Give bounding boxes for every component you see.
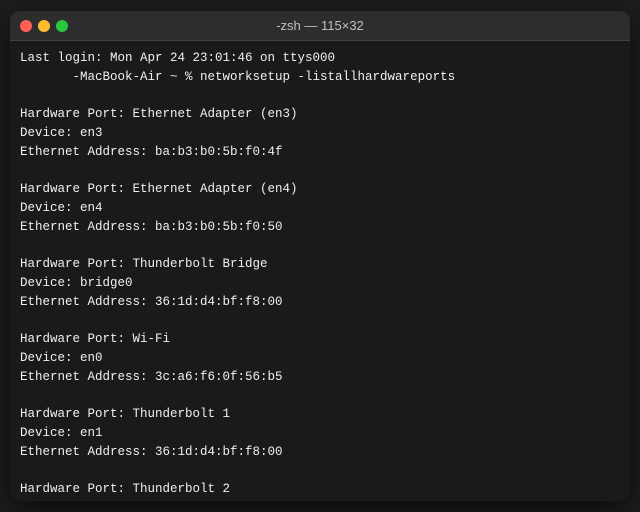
hw1-port-line: Hardware Port: Ethernet Adapter (en3) — [20, 105, 620, 124]
hw1-eth-line: Ethernet Address: ba:b3:b0:5b:f0:4f — [20, 143, 620, 162]
maximize-button[interactable] — [56, 20, 68, 32]
minimize-button[interactable] — [38, 20, 50, 32]
hw1-dev-line: Device: en3 — [20, 124, 620, 143]
hw6-port-line: Hardware Port: Thunderbolt 2 — [20, 480, 620, 499]
terminal-window: -zsh — 115×32 Last login: Mon Apr 24 23:… — [10, 11, 630, 501]
terminal-body[interactable]: Last login: Mon Apr 24 23:01:46 on ttys0… — [10, 41, 630, 501]
close-button[interactable] — [20, 20, 32, 32]
hw5-port-line: Hardware Port: Thunderbolt 1 — [20, 405, 620, 424]
window-title: -zsh — 115×32 — [276, 18, 364, 33]
empty-line-5 — [20, 387, 620, 406]
hw2-port-line: Hardware Port: Ethernet Adapter (en4) — [20, 180, 620, 199]
hw3-dev-line: Device: bridge0 — [20, 274, 620, 293]
title-bar: -zsh — 115×32 — [10, 11, 630, 41]
traffic-lights[interactable] — [20, 20, 68, 32]
hw2-dev-line: Device: en4 — [20, 199, 620, 218]
hw3-port-line: Hardware Port: Thunderbolt Bridge — [20, 255, 620, 274]
empty-line-6 — [20, 462, 620, 481]
empty-line-4 — [20, 312, 620, 331]
login-line: Last login: Mon Apr 24 23:01:46 on ttys0… — [20, 49, 620, 68]
hw5-eth-line: Ethernet Address: 36:1d:d4:bf:f8:00 — [20, 443, 620, 462]
cmd1-line: -MacBook-Air ~ % networksetup -listallha… — [20, 68, 620, 87]
hw6-dev-line: Device: en2 — [20, 499, 620, 501]
hw4-dev-line: Device: en0 — [20, 349, 620, 368]
hw5-dev-line: Device: en1 — [20, 424, 620, 443]
empty-line-3 — [20, 237, 620, 256]
empty-line-2 — [20, 162, 620, 181]
empty-line-1 — [20, 87, 620, 106]
hw2-eth-line: Ethernet Address: ba:b3:b0:5b:f0:50 — [20, 218, 620, 237]
hw4-eth-line: Ethernet Address: 3c:a6:f6:0f:56:b5 — [20, 368, 620, 387]
hw4-port-line: Hardware Port: Wi-Fi — [20, 330, 620, 349]
hw3-eth-line: Ethernet Address: 36:1d:d4:bf:f8:00 — [20, 293, 620, 312]
